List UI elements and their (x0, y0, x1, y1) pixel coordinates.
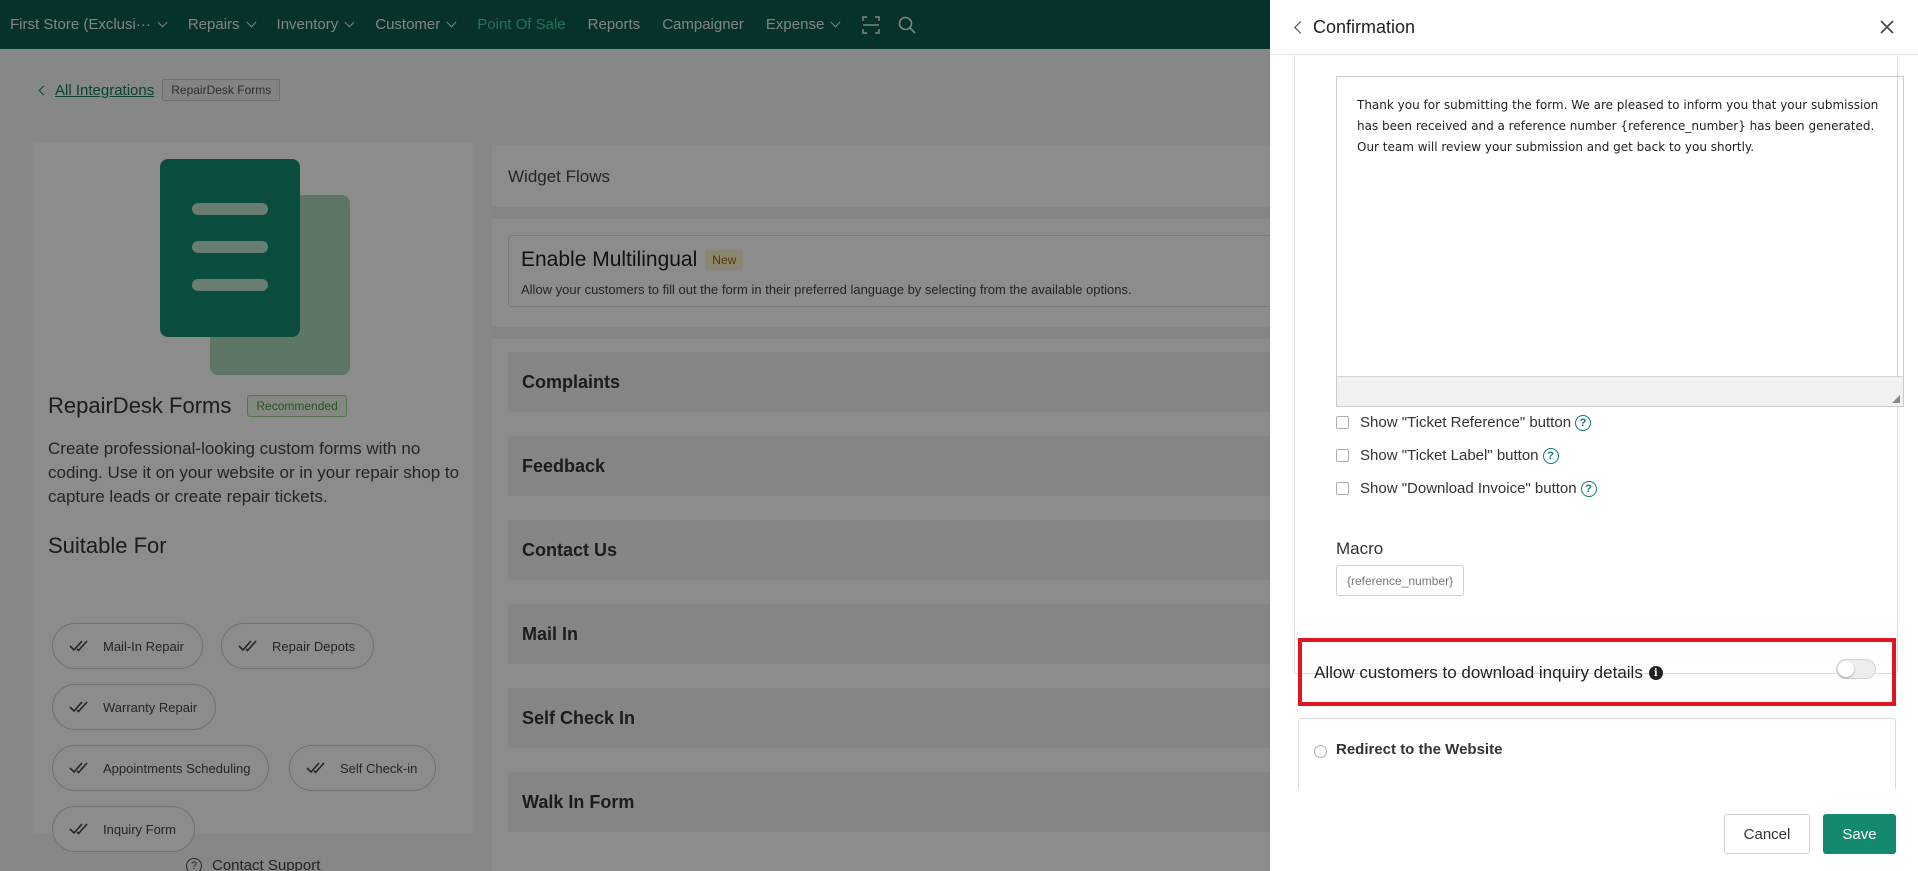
download-inquiry-toggle[interactable] (1836, 659, 1876, 679)
confirmation-message-section: Thank you for submitting the form. We ar… (1294, 56, 1904, 674)
resize-handle-icon[interactable] (1892, 395, 1900, 403)
redirect-label[interactable]: Redirect to the Website (1336, 741, 1502, 758)
drawer-title: Confirmation (1313, 17, 1416, 37)
ticket-label-checkbox[interactable] (1336, 449, 1349, 462)
info-icon[interactable]: i (1648, 666, 1663, 680)
checkbox-label: Show "Ticket Label" button (1360, 447, 1539, 464)
download-inquiry-label: Allow customers to download inquiry deta… (1314, 663, 1643, 682)
redirect-section: Redirect to the Website (1298, 718, 1896, 789)
download-invoice-checkbox[interactable] (1336, 482, 1349, 495)
drawer-body: Thank you for submitting the form. We ar… (1270, 56, 1918, 789)
drawer-footer: Cancel Save (1270, 789, 1918, 871)
help-icon[interactable]: ? (1542, 447, 1559, 464)
modal-backdrop[interactable] (0, 0, 1270, 871)
checkbox-label: Show "Download Invoice" button (1360, 480, 1577, 497)
download-inquiry-details-section: Allow customers to download inquiry deta… (1298, 638, 1896, 706)
ticket-label-checkbox-row[interactable]: Show "Ticket Label" button ? (1336, 447, 1559, 464)
message-text[interactable]: Thank you for submitting the form. We ar… (1357, 95, 1887, 158)
confirmation-drawer: Confirmation Thank you for submitting th… (1270, 0, 1918, 871)
save-button[interactable]: Save (1823, 814, 1896, 854)
macro-label: Macro (1336, 539, 1384, 558)
macro-reference-number[interactable]: {reference_number} (1336, 565, 1465, 596)
help-icon[interactable]: ? (1575, 414, 1592, 431)
editor-statusbar (1337, 376, 1903, 406)
cancel-button[interactable]: Cancel (1724, 814, 1810, 854)
message-editor[interactable]: Thank you for submitting the form. We ar… (1336, 76, 1904, 407)
close-icon[interactable] (1876, 16, 1898, 38)
ticket-reference-checkbox[interactable] (1336, 416, 1349, 429)
checkbox-label: Show "Ticket Reference" button (1360, 414, 1572, 431)
download-invoice-checkbox-row[interactable]: Show "Download Invoice" button ? (1336, 480, 1597, 497)
help-icon[interactable]: ? (1580, 480, 1597, 497)
chevron-left-icon[interactable] (1294, 21, 1307, 34)
ticket-reference-checkbox-row[interactable]: Show "Ticket Reference" button ? (1336, 414, 1592, 431)
redirect-radio[interactable] (1314, 745, 1327, 758)
drawer-header: Confirmation (1270, 0, 1918, 55)
